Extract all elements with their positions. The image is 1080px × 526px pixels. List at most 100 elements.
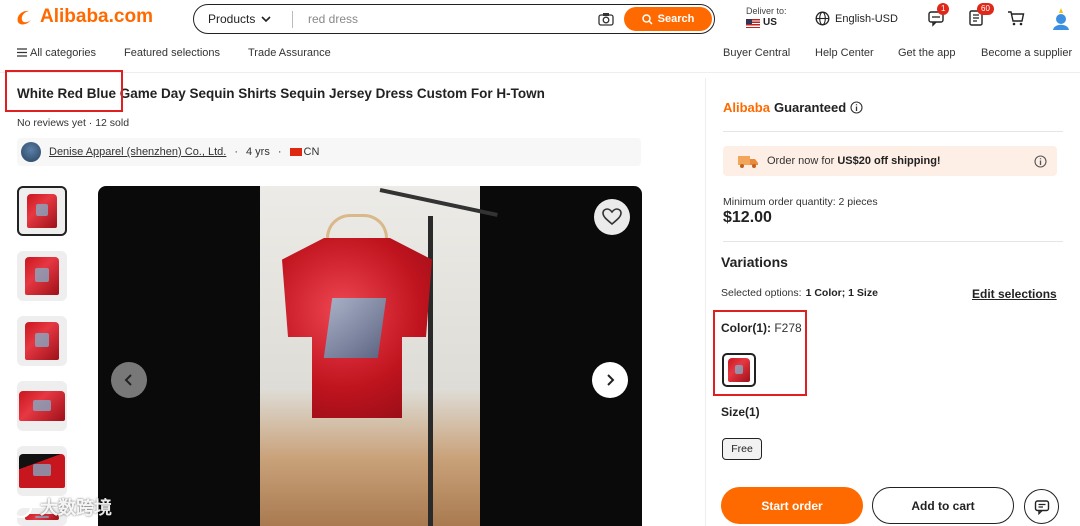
search-button-label: Search bbox=[657, 13, 695, 25]
price: $12.00 bbox=[723, 209, 772, 226]
supplier-years: 4 yrs bbox=[246, 146, 270, 158]
min-order-quantity: Minimum order quantity: 2 pieces bbox=[723, 196, 878, 208]
variations-title: Variations bbox=[721, 254, 788, 270]
info-icon[interactable] bbox=[1034, 155, 1047, 168]
search-category-select[interactable]: Products bbox=[208, 12, 271, 26]
deliver-country: US bbox=[763, 17, 777, 28]
search-icon bbox=[641, 13, 653, 25]
supplier-meta-separator: · bbox=[234, 146, 238, 158]
promo-prefix: Order now for bbox=[767, 155, 838, 167]
search-bar: Products red dress Search bbox=[193, 4, 715, 34]
thumbnail-1[interactable] bbox=[17, 186, 67, 236]
deliver-to[interactable]: Deliver to: US bbox=[746, 5, 787, 29]
header: Alibaba.com Products red dress Search De… bbox=[0, 0, 1080, 40]
promo-bold: US$20 off shipping! bbox=[837, 155, 941, 167]
thumbnail-5[interactable] bbox=[17, 446, 67, 496]
supplier-avatar bbox=[21, 142, 41, 162]
chevron-left-icon bbox=[124, 374, 132, 386]
get-app-link[interactable]: Get the app bbox=[898, 47, 956, 59]
search-input[interactable]: red dress bbox=[308, 12, 358, 26]
thumbnail-3[interactable] bbox=[17, 316, 67, 366]
prev-image-button[interactable] bbox=[111, 362, 147, 398]
color-highlight-box bbox=[713, 310, 807, 396]
logo-icon bbox=[17, 10, 31, 25]
become-supplier-link[interactable]: Become a supplier bbox=[981, 47, 1072, 59]
jersey-print bbox=[323, 298, 387, 358]
search-category-label: Products bbox=[208, 12, 256, 26]
supplier-bar: Denise Apparel (shenzhen) Co., Ltd. · 4 … bbox=[17, 138, 641, 166]
search-divider bbox=[292, 11, 293, 28]
watermark-logo-icon bbox=[9, 495, 33, 519]
deliver-label: Deliver to: bbox=[746, 6, 787, 16]
shipping-promo-banner: Order now for US$20 off shipping! bbox=[723, 146, 1057, 176]
chevron-right-icon bbox=[607, 374, 615, 386]
orders-button[interactable]: 60 bbox=[967, 3, 994, 29]
edit-selections-link[interactable]: Edit selections bbox=[972, 287, 1057, 301]
messages-badge: 1 bbox=[937, 3, 950, 15]
language-currency-selector[interactable]: English-USD bbox=[815, 11, 898, 26]
selected-options-label: Selected options: bbox=[721, 287, 802, 299]
cn-flag-icon bbox=[289, 148, 302, 157]
all-categories-link[interactable]: All categories bbox=[17, 47, 96, 59]
order-panel: Alibaba Guaranteed Order now for US$20 of… bbox=[705, 78, 1080, 526]
main-product-image[interactable] bbox=[98, 186, 642, 526]
size-label: Size(1) bbox=[721, 405, 760, 419]
buyer-central-link[interactable]: Buyer Central bbox=[723, 47, 790, 59]
thumbnail-image bbox=[19, 391, 65, 421]
next-image-button[interactable] bbox=[592, 362, 628, 398]
watermark-text: 大数跨境 bbox=[40, 498, 112, 518]
reviews-count[interactable]: No reviews yet bbox=[17, 117, 86, 129]
thumbnail-4[interactable] bbox=[17, 381, 67, 431]
orders-badge: 60 bbox=[977, 3, 994, 15]
sold-count: 12 sold bbox=[95, 117, 130, 129]
thumbnail-image bbox=[19, 454, 65, 488]
chat-button[interactable] bbox=[1024, 489, 1059, 524]
start-order-button[interactable]: Start order bbox=[721, 487, 863, 524]
thumbnail-image bbox=[27, 194, 57, 228]
heart-icon bbox=[602, 208, 622, 226]
thumbnail-image bbox=[25, 322, 59, 360]
us-flag-icon bbox=[746, 18, 760, 28]
category-nav: All categories Featured selections Trade… bbox=[0, 44, 1080, 66]
logo-text: Alibaba.com bbox=[40, 6, 153, 27]
alibaba-logo[interactable]: Alibaba.com bbox=[14, 6, 153, 28]
thumbnail-image bbox=[25, 257, 59, 295]
search-button[interactable]: Search bbox=[624, 7, 712, 31]
menu-icon bbox=[17, 48, 27, 57]
hanger bbox=[326, 214, 388, 238]
nav-divider bbox=[0, 72, 1080, 73]
thumbnail-2[interactable] bbox=[17, 251, 67, 301]
help-center-link[interactable]: Help Center bbox=[815, 47, 874, 59]
selected-options-value: 1 Color; 1 Size bbox=[805, 287, 878, 299]
supplier-country: CN bbox=[303, 146, 320, 158]
alibaba-guaranteed: Alibaba Guaranteed bbox=[723, 100, 863, 115]
supplier-meta-separator-2: · bbox=[277, 146, 282, 158]
product-meta: No reviews yet · 12 sold bbox=[17, 117, 129, 129]
messages-button[interactable]: 1 bbox=[927, 3, 950, 29]
chat-icon bbox=[1034, 499, 1049, 515]
info-icon[interactable] bbox=[850, 101, 863, 114]
camera-icon[interactable] bbox=[598, 12, 614, 26]
supplier-name-link[interactable]: Denise Apparel (shenzhen) Co., Ltd. bbox=[49, 146, 226, 158]
profile-button[interactable] bbox=[1048, 5, 1074, 31]
all-categories-label: All categories bbox=[30, 47, 97, 59]
selected-options: Selected options: 1 Color; 1 Size bbox=[721, 287, 878, 299]
cart-button[interactable] bbox=[1007, 9, 1027, 29]
size-option-free[interactable]: Free bbox=[722, 438, 762, 460]
featured-selections-link[interactable]: Featured selections bbox=[124, 47, 220, 59]
guaranteed-brand: Alibaba bbox=[723, 100, 770, 115]
globe-icon bbox=[815, 11, 830, 26]
guaranteed-word: Guaranteed bbox=[773, 100, 847, 115]
trade-assurance-link[interactable]: Trade Assurance bbox=[248, 47, 331, 59]
truck-icon bbox=[738, 156, 758, 168]
panel-divider bbox=[723, 131, 1063, 132]
rack-bar bbox=[379, 188, 498, 217]
watermark: 大数跨境 bbox=[8, 494, 112, 520]
profile-icon bbox=[1053, 8, 1069, 30]
add-to-cart-button[interactable]: Add to cart bbox=[872, 487, 1014, 524]
panel-divider bbox=[723, 241, 1063, 242]
language-currency-label: English-USD bbox=[835, 12, 898, 25]
favorite-button[interactable] bbox=[594, 199, 630, 235]
cart-icon bbox=[1008, 11, 1025, 26]
product-photo bbox=[260, 186, 498, 526]
